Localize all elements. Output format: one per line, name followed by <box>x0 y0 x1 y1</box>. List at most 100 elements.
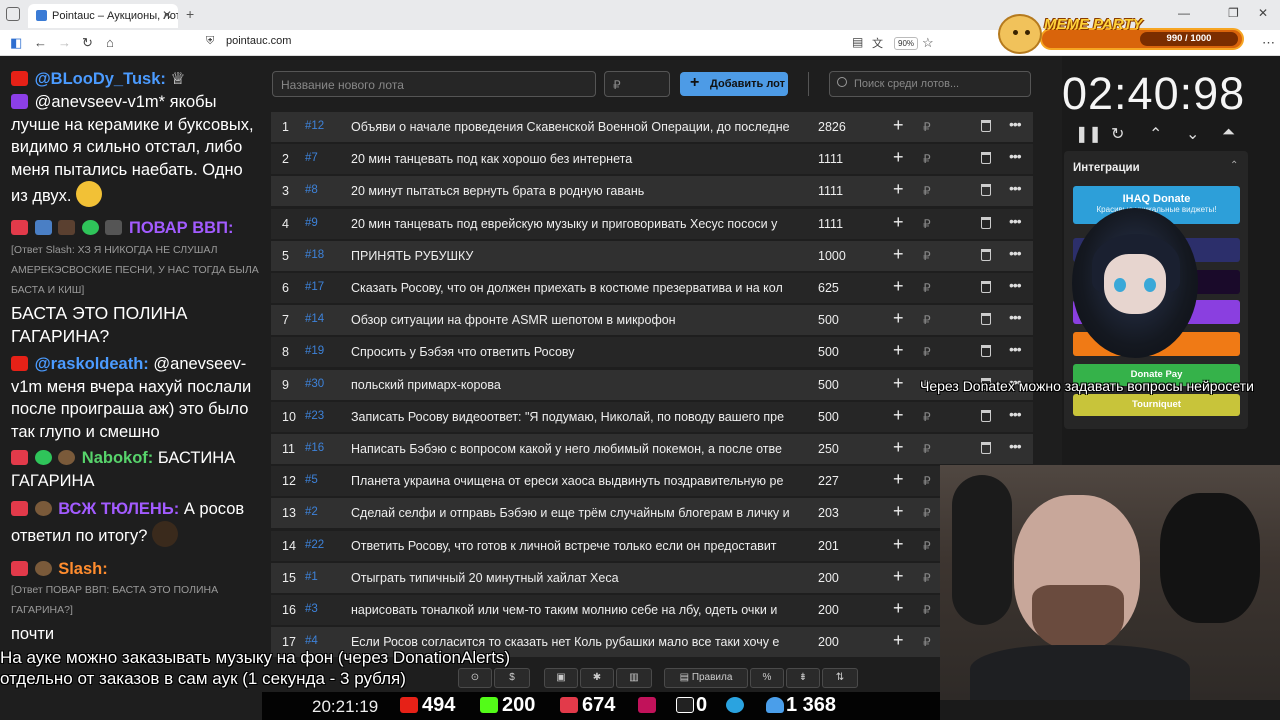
more-icon[interactable]: ••• <box>1009 438 1022 454</box>
more-icon[interactable]: ••• <box>1009 213 1022 229</box>
more-icon[interactable]: ••• <box>1009 277 1022 293</box>
lot-amount[interactable]: 1111 <box>818 184 843 198</box>
restart-icon[interactable]: ↻ <box>1111 124 1124 144</box>
add-amount-icon[interactable]: + <box>893 534 904 555</box>
lot-name[interactable]: Написать Бэбэю с вопросом какой у него л… <box>351 442 789 456</box>
translate-icon[interactable]: 文 <box>872 35 883 51</box>
new-lot-input[interactable]: Название нового лота <box>272 71 596 97</box>
trash-icon[interactable] <box>981 313 991 326</box>
lot-amount[interactable]: 1000 <box>818 249 846 263</box>
collapse-icon[interactable]: ⌃ <box>1230 160 1238 171</box>
trash-icon[interactable] <box>981 184 991 197</box>
forward-icon[interactable]: → <box>58 35 71 50</box>
lot-name[interactable]: 20 минут пытаться вернуть брата в родную… <box>351 184 789 198</box>
add-amount-icon[interactable]: + <box>893 373 904 394</box>
favorite-icon[interactable]: ☆ <box>922 35 934 51</box>
more-icon[interactable]: ••• <box>1009 406 1022 422</box>
tab-actions-icon[interactable] <box>6 7 20 21</box>
lot-fast-id[interactable]: #7 <box>305 152 318 164</box>
more-icon[interactable]: ••• <box>1009 309 1022 325</box>
lot-name[interactable]: Объяви о начале проведения Скавенской Во… <box>351 120 789 134</box>
donate-dollar-button[interactable]: $ <box>494 668 530 688</box>
maximize-icon[interactable]: ❐ <box>1228 6 1239 20</box>
trash-icon[interactable] <box>981 442 991 454</box>
lot-row[interactable]: 15 #1 Отыграть типичный 20 минутный хайлат… <box>271 562 1033 593</box>
minimize-icon[interactable]: — <box>1178 6 1190 20</box>
lot-fast-id[interactable]: #16 <box>305 442 324 454</box>
lot-amount[interactable]: 500 <box>818 378 839 392</box>
trash-icon[interactable] <box>981 345 991 358</box>
lot-name[interactable]: ПРИНЯТЬ РУБУШКУ <box>351 249 789 263</box>
sort-button[interactable]: ⇅ <box>822 668 858 688</box>
lot-amount[interactable]: 227 <box>818 474 839 488</box>
add-amount-icon[interactable]: + <box>893 405 904 426</box>
lot-fast-id[interactable]: #17 <box>305 281 324 293</box>
close-tab-icon[interactable]: ✕ <box>162 8 172 22</box>
lot-row[interactable]: 12 #5 Планета украина очищена от ереси хао… <box>271 466 1033 497</box>
add-amount-icon[interactable]: + <box>893 630 904 651</box>
trash-icon[interactable] <box>981 120 991 132</box>
lot-name[interactable]: Обзор ситуации на фронте ASMR шепотом в … <box>351 313 789 327</box>
more-icon[interactable]: ••• <box>1009 180 1022 196</box>
chevron-up-icon[interactable]: ⌃ <box>1149 124 1162 144</box>
sidebar-toggle-icon[interactable]: ◧ <box>10 35 22 51</box>
more-icon[interactable]: ⋯ <box>1262 35 1275 51</box>
lot-name[interactable]: Сделай селфи и отправь Бэбэю и еще трём … <box>351 506 789 520</box>
lot-fast-id[interactable]: #18 <box>305 249 324 261</box>
reader-icon[interactable]: ▤ <box>852 35 863 49</box>
add-amount-icon[interactable]: + <box>893 501 904 522</box>
site-info-icon[interactable]: ⛨ <box>206 35 214 48</box>
lot-fast-id[interactable]: #3 <box>305 603 318 615</box>
rules-button[interactable]: ▤ Правила <box>664 668 748 688</box>
save-button[interactable]: ▣ <box>544 668 578 688</box>
lot-fast-id[interactable]: #14 <box>305 313 324 325</box>
add-amount-icon[interactable]: + <box>893 340 904 361</box>
chevron-down-icon[interactable]: ⌄ <box>1186 124 1199 144</box>
lot-amount[interactable]: 500 <box>818 410 839 424</box>
lot-amount[interactable]: 200 <box>818 603 839 617</box>
bug-report-button[interactable]: ✱ <box>580 668 614 688</box>
home-icon[interactable]: ⌂ <box>106 35 114 50</box>
trash-icon[interactable] <box>981 216 991 229</box>
lot-row[interactable]: 4 #9 20 мин танцевать под еврейскую музыку… <box>271 208 1033 239</box>
lot-amount[interactable]: 625 <box>818 281 839 295</box>
lot-row[interactable]: 1 #12 Объяви о начале проведения Скавенско… <box>271 112 1033 142</box>
lot-fast-id[interactable]: #5 <box>305 474 318 486</box>
lot-row[interactable]: 2 #7 20 мин танцевать под как хорошо без и… <box>271 144 1033 175</box>
lot-fast-id[interactable]: #4 <box>305 635 318 647</box>
lot-row[interactable]: 9 #30 польский примарх-корова 500 + ₽ ••• <box>271 369 1033 400</box>
price-input[interactable]: ₽ <box>604 71 670 97</box>
lot-row[interactable]: 3 #8 20 минут пытаться вернуть брата в род… <box>271 176 1033 207</box>
integration-button[interactable]: Tourniquet <box>1073 394 1240 416</box>
lot-amount[interactable]: 1111 <box>818 152 843 166</box>
lot-amount[interactable]: 203 <box>818 506 839 520</box>
lot-row[interactable]: 7 #14 Обзор ситуации на фронте ASMR шепото… <box>271 305 1033 336</box>
lot-amount[interactable]: 200 <box>818 635 839 649</box>
lot-name[interactable]: нарисовать тоналкой или чем-то таким мол… <box>351 603 789 617</box>
lot-amount[interactable]: 250 <box>818 442 839 456</box>
lot-row[interactable]: 16 #3 нарисовать тоналкой или чем-то таким… <box>271 595 1033 625</box>
lot-name[interactable]: Отыграть типичный 20 минутный хайлат Хес… <box>351 571 789 585</box>
more-icon[interactable]: ••• <box>1009 148 1022 164</box>
add-amount-icon[interactable]: + <box>893 276 904 297</box>
add-lot-button[interactable]: + Добавить лот <box>680 72 788 96</box>
split-button[interactable]: ⇟ <box>786 668 820 688</box>
add-amount-icon[interactable]: + <box>893 147 904 168</box>
lot-fast-id[interactable]: #2 <box>305 506 318 518</box>
lot-search-input[interactable]: Поиск среди лотов... <box>829 71 1031 97</box>
lot-amount[interactable]: 1111 <box>818 217 843 231</box>
trash-icon[interactable] <box>981 409 991 422</box>
lot-row[interactable]: 8 #19 Спросить у Бэбэя что ответить Росову… <box>271 337 1033 368</box>
more-icon[interactable]: ••• <box>1009 245 1022 261</box>
add-amount-icon[interactable]: + <box>893 212 904 233</box>
lot-fast-id[interactable]: #1 <box>305 571 318 583</box>
trash-icon[interactable] <box>981 281 991 293</box>
lot-fast-id[interactable]: #30 <box>305 378 324 390</box>
reload-icon[interactable]: ↻ <box>82 35 93 51</box>
trash-icon[interactable] <box>981 152 991 165</box>
add-amount-icon[interactable]: + <box>893 308 904 329</box>
lot-amount[interactable]: 200 <box>818 571 839 585</box>
add-amount-icon[interactable]: + <box>893 437 904 458</box>
lot-name[interactable]: Планета украина очищена от ереси хаоса в… <box>351 474 789 488</box>
lot-name[interactable]: 20 мин танцевать под еврейскую музыку и … <box>351 217 789 231</box>
